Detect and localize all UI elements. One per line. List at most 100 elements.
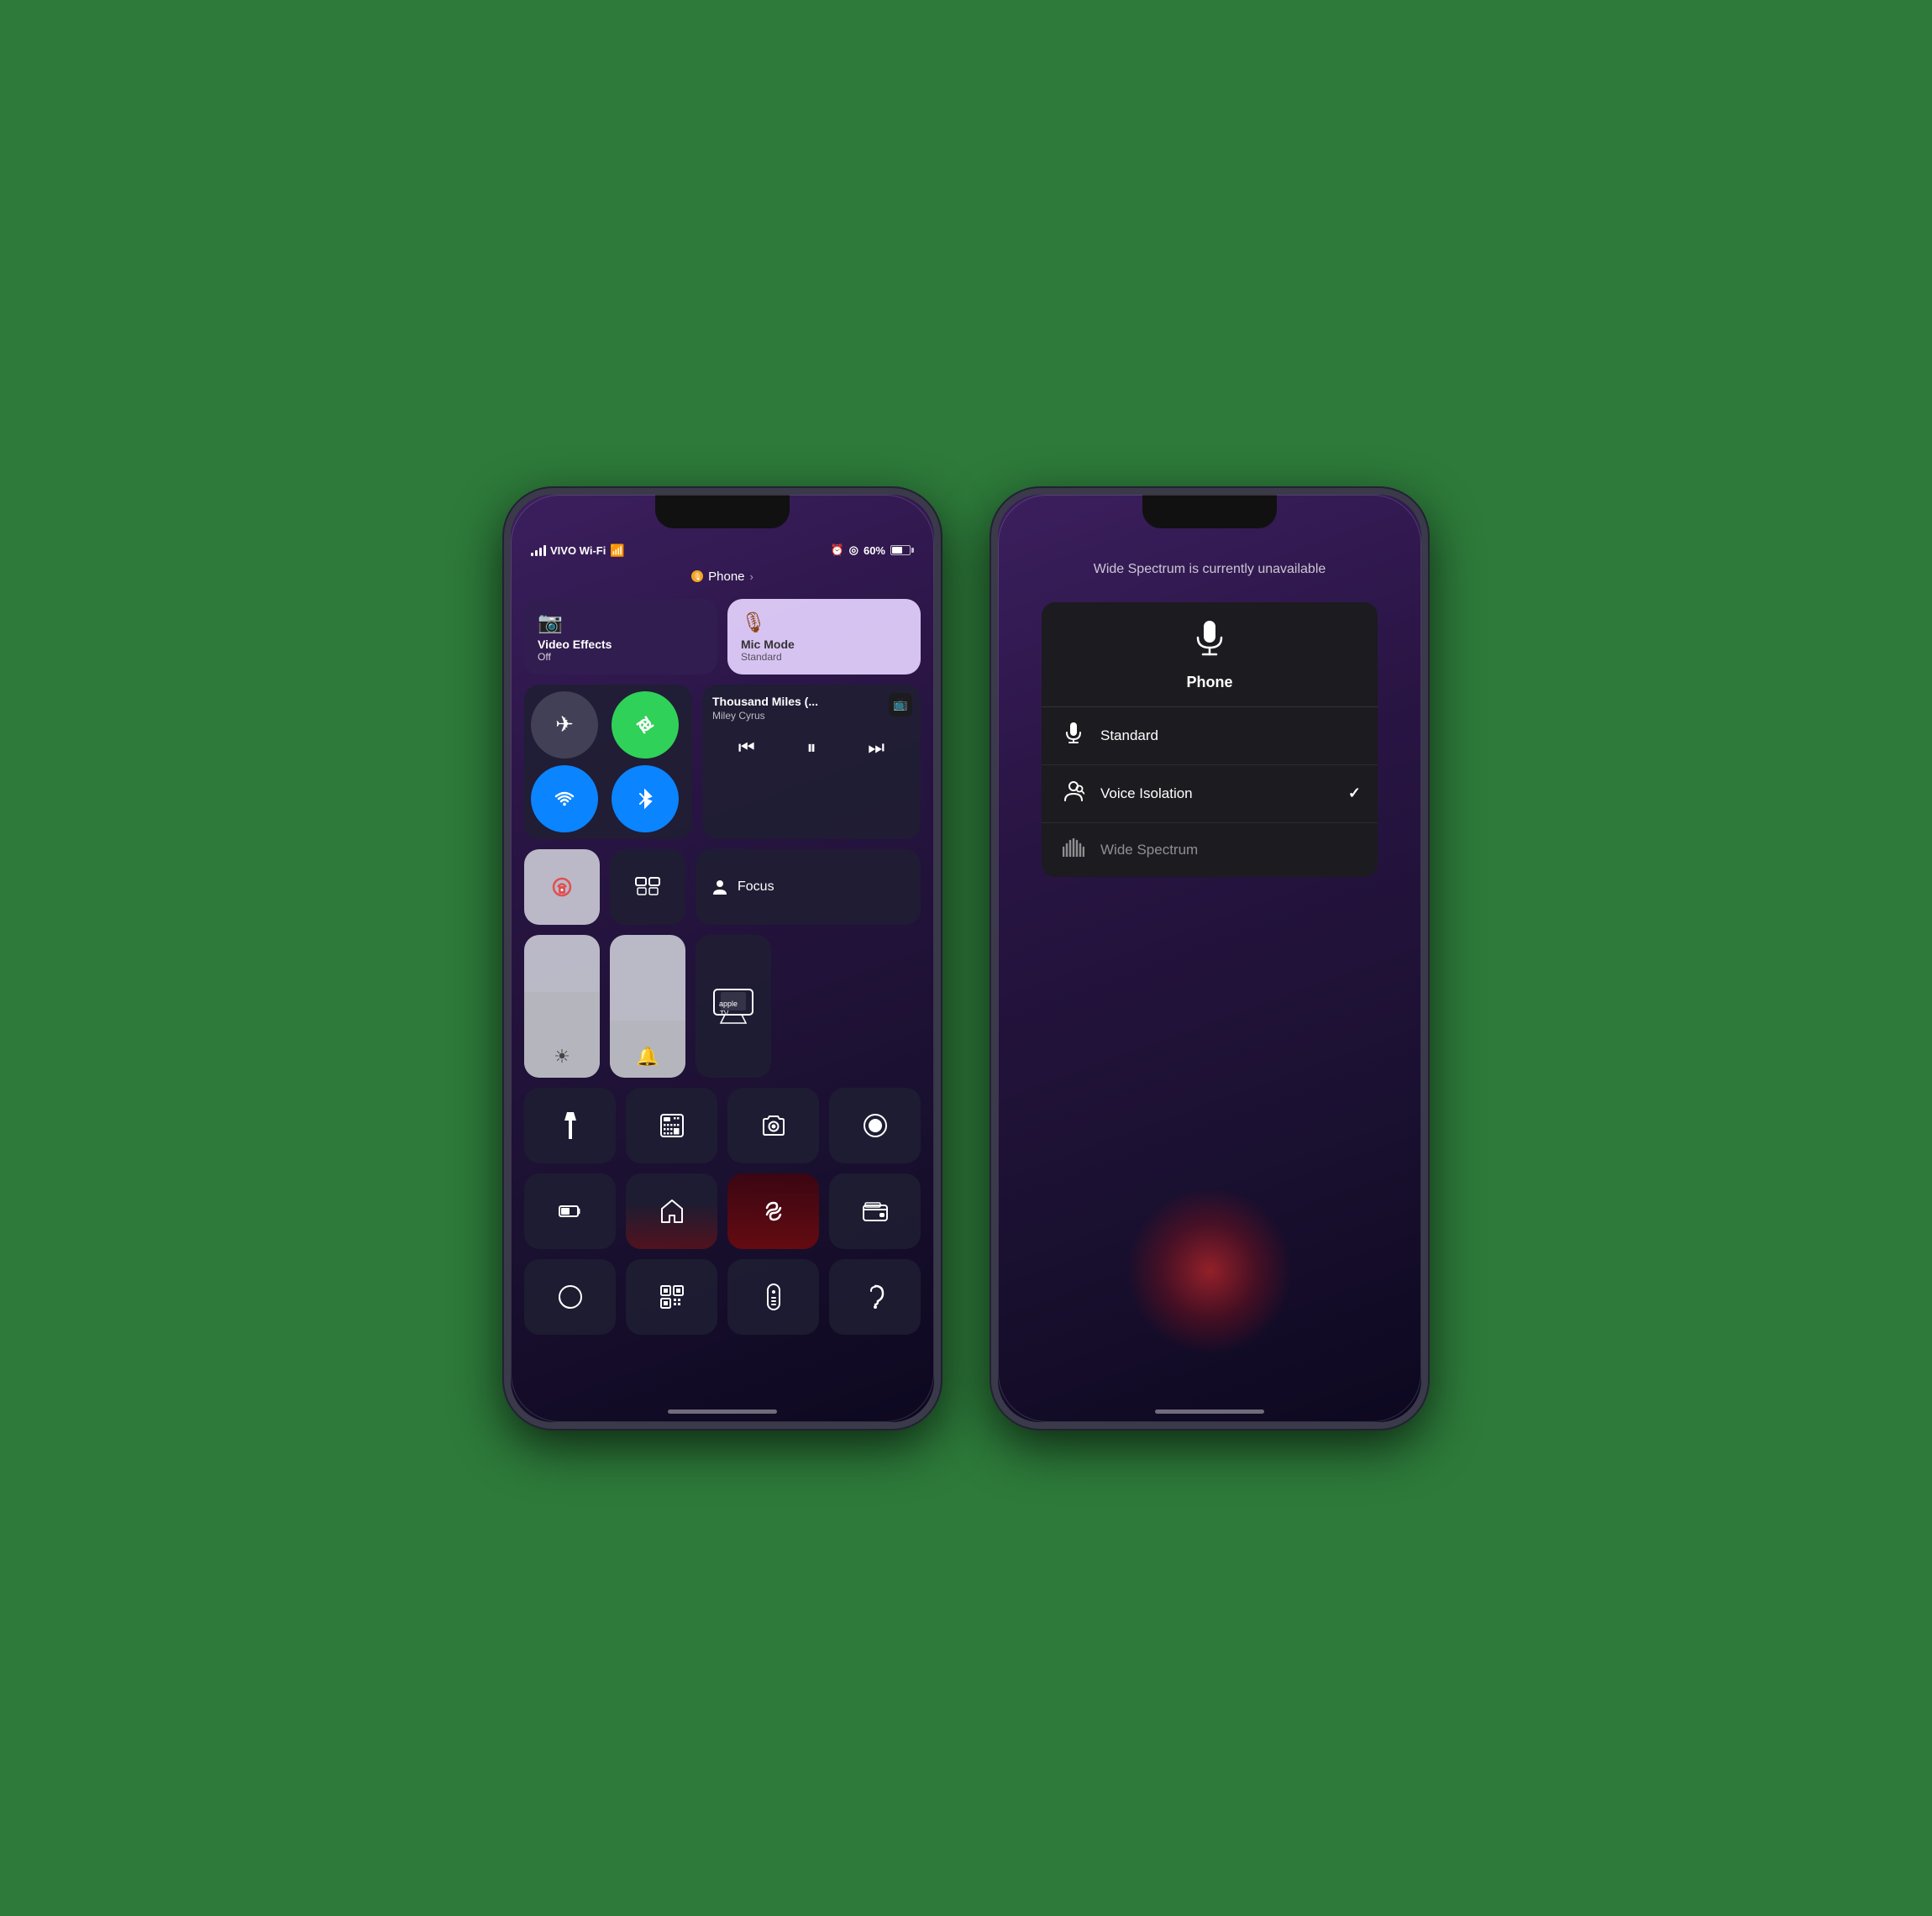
brightness-slider[interactable]: ☀ [524, 935, 600, 1078]
camera-btn[interactable] [727, 1088, 819, 1163]
brightness-icon: ☀ [554, 1046, 570, 1068]
lower-row: Focus [524, 849, 921, 925]
signal-bar-2 [535, 550, 538, 556]
video-effects-tile[interactable]: 📷 Video Effects Off [524, 599, 717, 675]
home-indicator-right [1155, 1409, 1264, 1414]
status-bar: VIVO Wi-Fi 📶 ⏰ ◎ 60% [511, 495, 934, 564]
voice-isolation-option[interactable]: Voice Isolation ✓ [1042, 765, 1378, 823]
volume-icon: 🔔 [636, 1046, 659, 1068]
signal-bar-1 [531, 553, 533, 556]
control-center: 📷 Video Effects Off 🎙 Mic Mode Standard [511, 592, 934, 1352]
unavailable-text: Wide Spectrum is currently unavailable [1094, 562, 1326, 577]
right-screen: Wide Spectrum is currently unavailable P… [998, 495, 1421, 1422]
power-button-right[interactable] [1425, 680, 1428, 738]
volume-down-button[interactable] [504, 759, 507, 812]
standard-option[interactable]: Standard [1042, 707, 1378, 765]
red-glow [1126, 1187, 1294, 1355]
media-artist: Miley Cyrus [712, 710, 911, 722]
battery-btn[interactable] [524, 1173, 616, 1249]
volume-down-button-right[interactable] [991, 759, 994, 812]
cellular-btn[interactable] [612, 691, 679, 759]
hearing-btn[interactable] [829, 1259, 921, 1335]
left-phone: VIVO Wi-Fi 📶 ⏰ ◎ 60% Phone › [504, 488, 941, 1429]
top-row: 📷 Video Effects Off 🎙 Mic Mode Standard [524, 599, 921, 675]
standard-icon [1058, 722, 1089, 749]
mic-mode-info: Mic Mode Standard [741, 638, 907, 663]
wifi-icon: 📶 [610, 543, 624, 558]
connectivity-tile: ✈ [524, 685, 692, 839]
signal-bar-4 [543, 545, 546, 556]
svg-text:apple: apple [719, 1000, 738, 1008]
screen-mirror-tile[interactable] [610, 849, 685, 925]
alarm-icon: ⏰ [830, 543, 843, 557]
volume-up-button[interactable] [504, 688, 507, 742]
record-btn[interactable] [829, 1088, 921, 1163]
wide-spectrum-icon [1058, 838, 1089, 862]
mic-panel-icon [1194, 621, 1225, 665]
volume-up-button-right[interactable] [991, 688, 994, 742]
bluetooth-btn[interactable] [612, 765, 679, 832]
video-effects-title: Video Effects [538, 638, 704, 651]
media-tile: 📺 Thousand Miles (... Miley Cyrus ⏮ ⏸ ⏭ [702, 685, 921, 839]
mic-panel-header: Phone [1042, 602, 1378, 707]
battery-body [890, 545, 911, 555]
shazam-btn[interactable] [727, 1173, 819, 1249]
voice-isolation-icon [1058, 780, 1089, 807]
media-app-icon: 📺 [889, 693, 912, 717]
media-prev-btn[interactable]: ⏮ [735, 733, 759, 762]
mute-button-right[interactable] [991, 638, 994, 668]
battery-tip [911, 548, 914, 553]
battery-fill [892, 547, 902, 554]
voice-isolation-label: Voice Isolation [1100, 785, 1348, 802]
video-effects-info: Video Effects Off [538, 638, 704, 663]
screen-lock-tile[interactable] [524, 849, 600, 925]
volume-slider[interactable]: 🔔 [610, 935, 685, 1078]
media-controls: ⏮ ⏸ ⏭ [712, 733, 911, 762]
mic-mode-panel: Phone Standard [1042, 602, 1378, 877]
voice-isolation-check: ✓ [1348, 785, 1361, 802]
calculator-btn[interactable] [626, 1088, 717, 1163]
battery-percent: 60% [864, 544, 885, 557]
left-screen: VIVO Wi-Fi 📶 ⏰ ◎ 60% Phone › [511, 495, 934, 1422]
middle-row: ✈ [524, 685, 921, 839]
flashlight-btn[interactable] [524, 1088, 616, 1163]
location-icon: ◎ [849, 543, 858, 557]
signal-bars [531, 544, 546, 556]
phone-recording-dot [691, 570, 703, 582]
signal-bar-3 [539, 548, 542, 556]
wifi-btn[interactable] [531, 765, 598, 832]
video-effects-icon: 📷 [538, 611, 704, 635]
status-left: VIVO Wi-Fi 📶 [531, 543, 625, 558]
focus-tile[interactable]: Focus [696, 849, 921, 925]
remote-btn[interactable] [727, 1259, 819, 1335]
mute-button[interactable] [504, 638, 507, 668]
power-button[interactable] [938, 680, 941, 738]
phone-indicator[interactable]: Phone › [511, 564, 934, 592]
media-title: Thousand Miles (... [712, 695, 911, 708]
battery-icon [890, 545, 914, 555]
mic-panel-title: Phone [1186, 674, 1232, 691]
mic-mode-icon: 🎙 [741, 611, 907, 635]
right-phone: Wide Spectrum is currently unavailable P… [991, 488, 1428, 1429]
carrier-label: VIVO Wi-Fi [550, 544, 606, 557]
home-btn[interactable] [626, 1173, 717, 1249]
media-pause-btn[interactable]: ⏸ [803, 733, 819, 762]
grid-row-1 [524, 1088, 921, 1163]
wide-spectrum-option[interactable]: Wide Spectrum [1042, 823, 1378, 877]
accessibility-btn[interactable] [524, 1259, 616, 1335]
video-effects-subtitle: Off [538, 651, 704, 663]
appletv-tile[interactable]: apple TV [696, 935, 771, 1078]
grid-row-2 [524, 1173, 921, 1249]
wallet-btn[interactable] [829, 1173, 921, 1249]
status-right: ⏰ ◎ 60% [830, 543, 914, 557]
mic-mode-tile[interactable]: 🎙 Mic Mode Standard [727, 599, 921, 675]
airplane-mode-btn[interactable]: ✈ [531, 691, 598, 759]
qr-btn[interactable] [626, 1259, 717, 1335]
svg-text:TV: TV [720, 1010, 729, 1017]
mic-mode-title: Mic Mode [741, 638, 907, 651]
media-next-btn[interactable]: ⏭ [864, 733, 888, 762]
home-indicator [668, 1409, 777, 1414]
wide-spectrum-label: Wide Spectrum [1100, 842, 1361, 858]
standard-label: Standard [1100, 727, 1361, 744]
phone-indicator-label: Phone [708, 570, 744, 584]
